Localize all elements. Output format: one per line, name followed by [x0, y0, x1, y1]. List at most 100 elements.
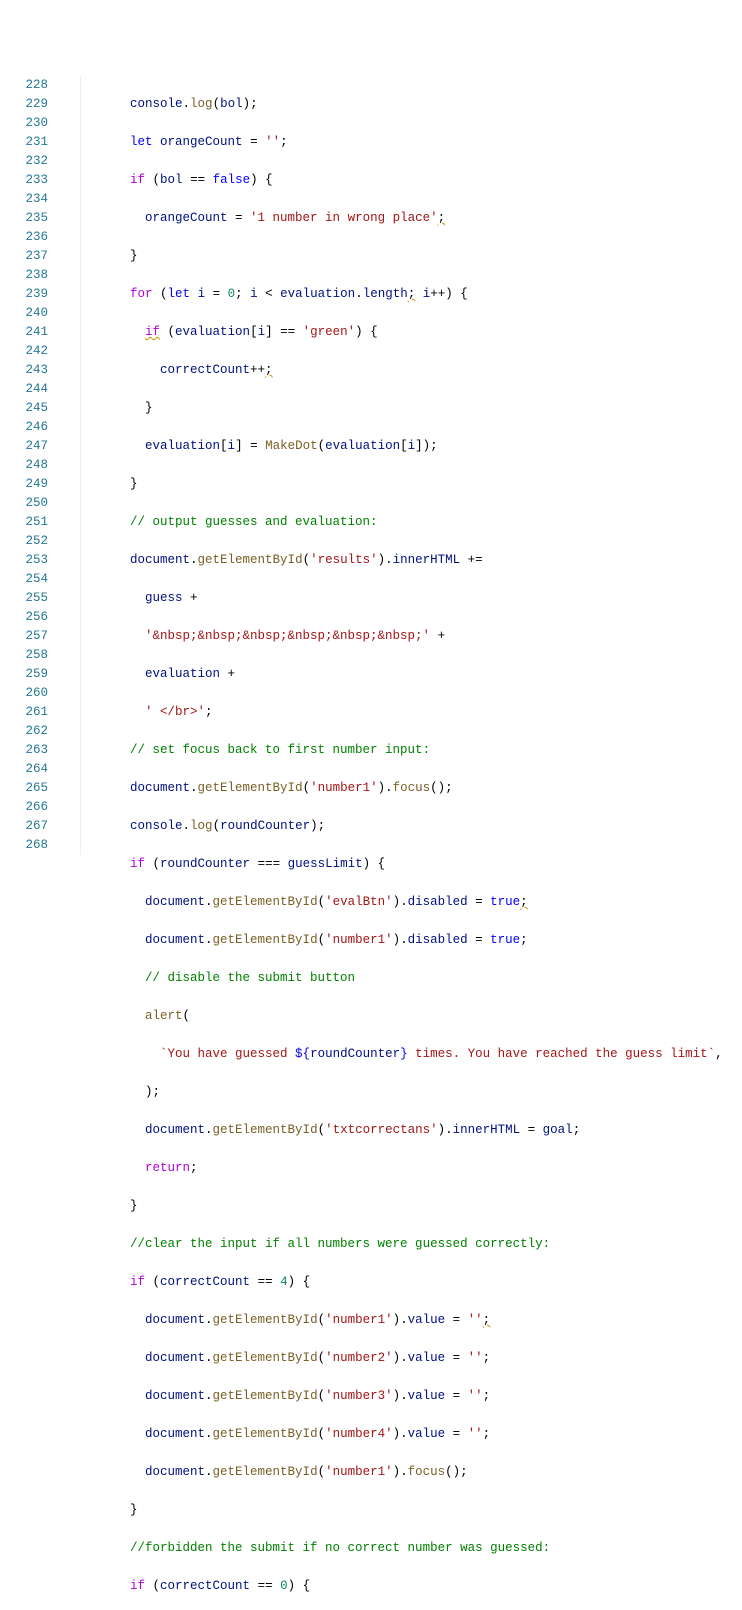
code-line[interactable]: }	[85, 1197, 723, 1216]
code-line[interactable]: console.log(bol);	[85, 95, 723, 114]
fold-gutter-row[interactable]	[60, 836, 80, 855]
code-line[interactable]: document.getElementById('number4').value…	[85, 1425, 723, 1444]
code-line[interactable]: console.log(roundCounter);	[85, 817, 723, 836]
fold-gutter-row[interactable]	[60, 665, 80, 684]
code-line[interactable]: document.getElementById('number1').value…	[85, 1311, 723, 1330]
code-line[interactable]: }	[85, 475, 723, 494]
code-line[interactable]: correctCount++;	[85, 361, 723, 380]
fold-gutter-row[interactable]	[60, 456, 80, 475]
code-line[interactable]: let orangeCount = '';	[85, 133, 723, 152]
fold-gutter-row[interactable]	[60, 532, 80, 551]
fold-gutter-row[interactable]	[60, 646, 80, 665]
code-line[interactable]: for (let i = 0; i < evaluation.length; i…	[85, 285, 723, 304]
code-line[interactable]: document.getElementById('number1').focus…	[85, 779, 723, 798]
fold-gutter-row[interactable]	[60, 570, 80, 589]
identifier: i	[258, 325, 266, 339]
fold-gutter-row[interactable]	[60, 399, 80, 418]
fold-gutter-row[interactable]	[60, 247, 80, 266]
code-line[interactable]: document.getElementById('number1').disab…	[85, 931, 723, 950]
fold-gutter-row[interactable]	[60, 380, 80, 399]
code-line[interactable]: document.getElementById('results').inner…	[85, 551, 723, 570]
fold-gutter-row[interactable]	[60, 171, 80, 190]
identifier: evaluation	[145, 439, 220, 453]
code-line[interactable]: document.getElementById('number3').value…	[85, 1387, 723, 1406]
fold-gutter-row[interactable]	[60, 323, 80, 342]
fold-gutter-row[interactable]	[60, 798, 80, 817]
identifier: document	[145, 1427, 205, 1441]
string-literal: ''	[468, 1389, 483, 1403]
code-line[interactable]: // output guesses and evaluation:	[85, 513, 723, 532]
code-line[interactable]: evaluation +	[85, 665, 723, 684]
code-line[interactable]: if (evaluation[i] == 'green') {	[85, 323, 723, 342]
fold-gutter-row[interactable]	[60, 722, 80, 741]
fold-gutter-row[interactable]	[60, 741, 80, 760]
fold-gutter-row[interactable]	[60, 342, 80, 361]
fold-gutter-row[interactable]	[60, 285, 80, 304]
fold-gutter-row[interactable]	[60, 209, 80, 228]
fold-gutter-row[interactable]	[60, 589, 80, 608]
line-number: 245	[0, 399, 48, 418]
fold-gutter-row[interactable]	[60, 437, 80, 456]
identifier: evaluation	[145, 667, 220, 681]
operator: =	[445, 1351, 468, 1365]
code-line[interactable]: document.getElementById('number2').value…	[85, 1349, 723, 1368]
line-number: 246	[0, 418, 48, 437]
code-line[interactable]: document.getElementById('evalBtn').disab…	[85, 893, 723, 912]
fold-gutter-row[interactable]	[60, 266, 80, 285]
fold-gutter-row[interactable]	[60, 190, 80, 209]
identifier: i	[250, 287, 258, 301]
fold-gutter-row[interactable]	[60, 494, 80, 513]
fold-gutter-row[interactable]	[60, 114, 80, 133]
string-literal: ' </br>'	[145, 705, 205, 719]
function-call: MakeDot	[265, 439, 318, 453]
fold-gutter-row[interactable]	[60, 817, 80, 836]
fold-gutter-row[interactable]	[60, 551, 80, 570]
fold-gutter-row[interactable]	[60, 475, 80, 494]
fold-gutter-row[interactable]	[60, 76, 80, 95]
code-line[interactable]: }	[85, 247, 723, 266]
code-line[interactable]: document.getElementById('txtcorrectans')…	[85, 1121, 723, 1140]
fold-gutter-row[interactable]	[60, 627, 80, 646]
fold-gutter-row[interactable]	[60, 760, 80, 779]
keyword-control: if	[130, 1275, 145, 1289]
code-line[interactable]: orangeCount = '1 number in wrong place';	[85, 209, 723, 228]
code-line[interactable]: '&nbsp;&nbsp;&nbsp;&nbsp;&nbsp;&nbsp;' +	[85, 627, 723, 646]
fold-gutter-row[interactable]	[60, 608, 80, 627]
fold-gutter-row[interactable]	[60, 684, 80, 703]
code-line[interactable]: );	[85, 1083, 723, 1102]
code-line[interactable]: document.getElementById('number1').focus…	[85, 1463, 723, 1482]
code-line[interactable]: }	[85, 1501, 723, 1520]
code-line[interactable]: if (correctCount == 0) {	[85, 1577, 723, 1596]
code-line[interactable]: if (correctCount == 4) {	[85, 1273, 723, 1292]
code-line[interactable]: //forbidden the submit if no correct num…	[85, 1539, 723, 1558]
fold-gutter-row[interactable]	[60, 304, 80, 323]
fold-gutter-row[interactable]	[60, 418, 80, 437]
fold-gutter-row[interactable]	[60, 513, 80, 532]
identifier: roundCounter	[220, 819, 310, 833]
fold-gutter-row[interactable]	[60, 779, 80, 798]
code-line[interactable]: }	[85, 399, 723, 418]
code-line[interactable]: `You have guessed ${roundCounter} times.…	[85, 1045, 723, 1064]
fold-gutter-row[interactable]	[60, 133, 80, 152]
code-editor[interactable]: 2282292302312322332342352362372382392402…	[0, 76, 742, 1610]
code-line[interactable]: // disable the submit button	[85, 969, 723, 988]
code-line[interactable]: if (roundCounter === guessLimit) {	[85, 855, 723, 874]
code-line[interactable]: alert(	[85, 1007, 723, 1026]
string-literal: 'number4'	[325, 1427, 393, 1441]
string-literal: 'number3'	[325, 1389, 393, 1403]
fold-gutter-row[interactable]	[60, 228, 80, 247]
fold-gutter-row[interactable]	[60, 703, 80, 722]
code-line[interactable]: if (bol == false) {	[85, 171, 723, 190]
fold-gutter-row[interactable]	[60, 95, 80, 114]
code-line[interactable]: guess +	[85, 589, 723, 608]
code-line[interactable]: // set focus back to first number input:	[85, 741, 723, 760]
code-line[interactable]: return;	[85, 1159, 723, 1178]
code-area[interactable]: console.log(bol); let orangeCount = ''; …	[81, 76, 723, 1610]
fold-gutter-row[interactable]	[60, 361, 80, 380]
code-line[interactable]: //clear the input if all numbers were gu…	[85, 1235, 723, 1254]
string-literal: 'number1'	[325, 1465, 393, 1479]
code-line[interactable]: ' </br>';	[85, 703, 723, 722]
fold-gutter-row[interactable]	[60, 152, 80, 171]
template-expr-open: ${	[295, 1047, 310, 1061]
code-line[interactable]: evaluation[i] = MakeDot(evaluation[i]);	[85, 437, 723, 456]
